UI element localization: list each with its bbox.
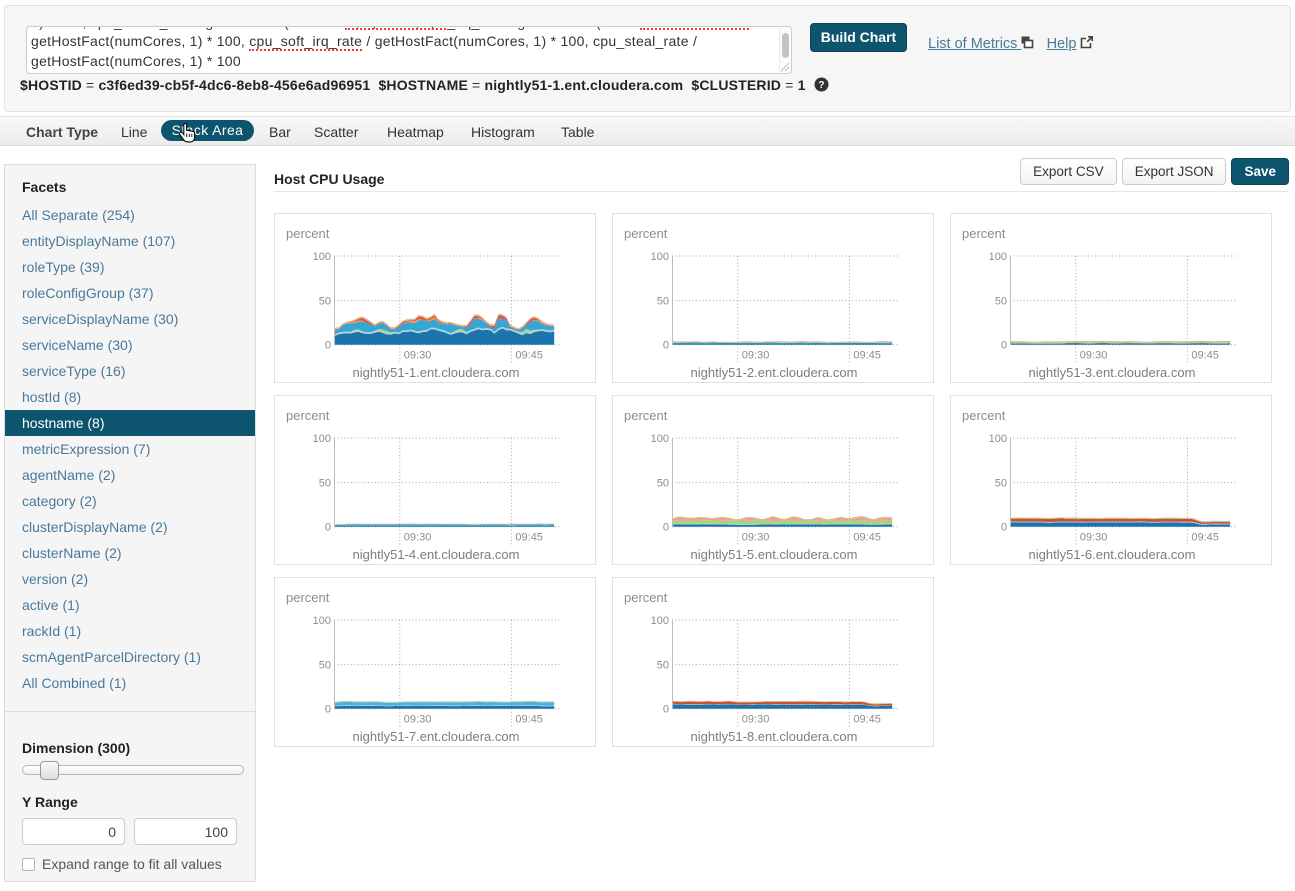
svg-text:100: 100 bbox=[313, 615, 331, 627]
svg-text:09:45: 09:45 bbox=[853, 714, 881, 726]
svg-text:nightly51-8.ent.cloudera.com: nightly51-8.ent.cloudera.com bbox=[691, 729, 858, 744]
svg-text:percent: percent bbox=[286, 226, 330, 241]
svg-text:100: 100 bbox=[313, 251, 331, 263]
svg-text:09:30: 09:30 bbox=[742, 714, 770, 726]
svg-text:0: 0 bbox=[325, 704, 331, 716]
svg-text:09:30: 09:30 bbox=[1080, 532, 1108, 544]
svg-text:09:30: 09:30 bbox=[742, 350, 770, 362]
svg-text:100: 100 bbox=[989, 433, 1007, 445]
svg-text:percent: percent bbox=[624, 590, 668, 605]
svg-text:100: 100 bbox=[651, 615, 669, 627]
svg-text:0: 0 bbox=[1001, 340, 1007, 352]
svg-text:09:30: 09:30 bbox=[404, 350, 432, 362]
svg-text:09:45: 09:45 bbox=[853, 350, 881, 362]
svg-text:percent: percent bbox=[286, 590, 330, 605]
svg-text:09:45: 09:45 bbox=[515, 532, 543, 544]
svg-text:0: 0 bbox=[325, 340, 331, 352]
svg-text:0: 0 bbox=[325, 522, 331, 534]
svg-text:50: 50 bbox=[319, 478, 331, 490]
svg-text:?: ? bbox=[818, 80, 824, 91]
svg-text:09:45: 09:45 bbox=[853, 532, 881, 544]
svg-text:100: 100 bbox=[651, 251, 669, 263]
svg-text:percent: percent bbox=[962, 226, 1006, 241]
svg-text:09:30: 09:30 bbox=[404, 714, 432, 726]
svg-text:100: 100 bbox=[651, 433, 669, 445]
svg-text:100: 100 bbox=[313, 433, 331, 445]
svg-text:0: 0 bbox=[663, 340, 669, 352]
svg-text:nightly51-6.ent.cloudera.com: nightly51-6.ent.cloudera.com bbox=[1029, 547, 1196, 562]
svg-text:09:45: 09:45 bbox=[515, 714, 543, 726]
svg-text:nightly51-5.ent.cloudera.com: nightly51-5.ent.cloudera.com bbox=[691, 547, 858, 562]
svg-text:09:45: 09:45 bbox=[515, 350, 543, 362]
svg-text:percent: percent bbox=[624, 408, 668, 423]
svg-text:0: 0 bbox=[1001, 522, 1007, 534]
svg-text:50: 50 bbox=[319, 296, 331, 308]
svg-text:50: 50 bbox=[657, 478, 669, 490]
svg-text:09:30: 09:30 bbox=[742, 532, 770, 544]
svg-text:09:30: 09:30 bbox=[1080, 350, 1108, 362]
svg-text:09:45: 09:45 bbox=[1191, 532, 1219, 544]
svg-text:09:30: 09:30 bbox=[404, 532, 432, 544]
svg-text:50: 50 bbox=[319, 660, 331, 672]
svg-text:nightly51-3.ent.cloudera.com: nightly51-3.ent.cloudera.com bbox=[1029, 365, 1196, 380]
svg-text:nightly51-1.ent.cloudera.com: nightly51-1.ent.cloudera.com bbox=[353, 365, 520, 380]
svg-text:percent: percent bbox=[962, 408, 1006, 423]
svg-text:nightly51-4.ent.cloudera.com: nightly51-4.ent.cloudera.com bbox=[353, 547, 520, 562]
svg-text:50: 50 bbox=[995, 478, 1007, 490]
svg-text:nightly51-7.ent.cloudera.com: nightly51-7.ent.cloudera.com bbox=[353, 729, 520, 744]
svg-text:09:45: 09:45 bbox=[1191, 350, 1219, 362]
svg-text:50: 50 bbox=[657, 660, 669, 672]
svg-text:50: 50 bbox=[657, 296, 669, 308]
svg-text:percent: percent bbox=[624, 226, 668, 241]
svg-text:nightly51-2.ent.cloudera.com: nightly51-2.ent.cloudera.com bbox=[691, 365, 858, 380]
svg-text:0: 0 bbox=[663, 522, 669, 534]
svg-text:percent: percent bbox=[286, 408, 330, 423]
svg-text:0: 0 bbox=[663, 704, 669, 716]
svg-text:100: 100 bbox=[989, 251, 1007, 263]
svg-text:50: 50 bbox=[995, 296, 1007, 308]
